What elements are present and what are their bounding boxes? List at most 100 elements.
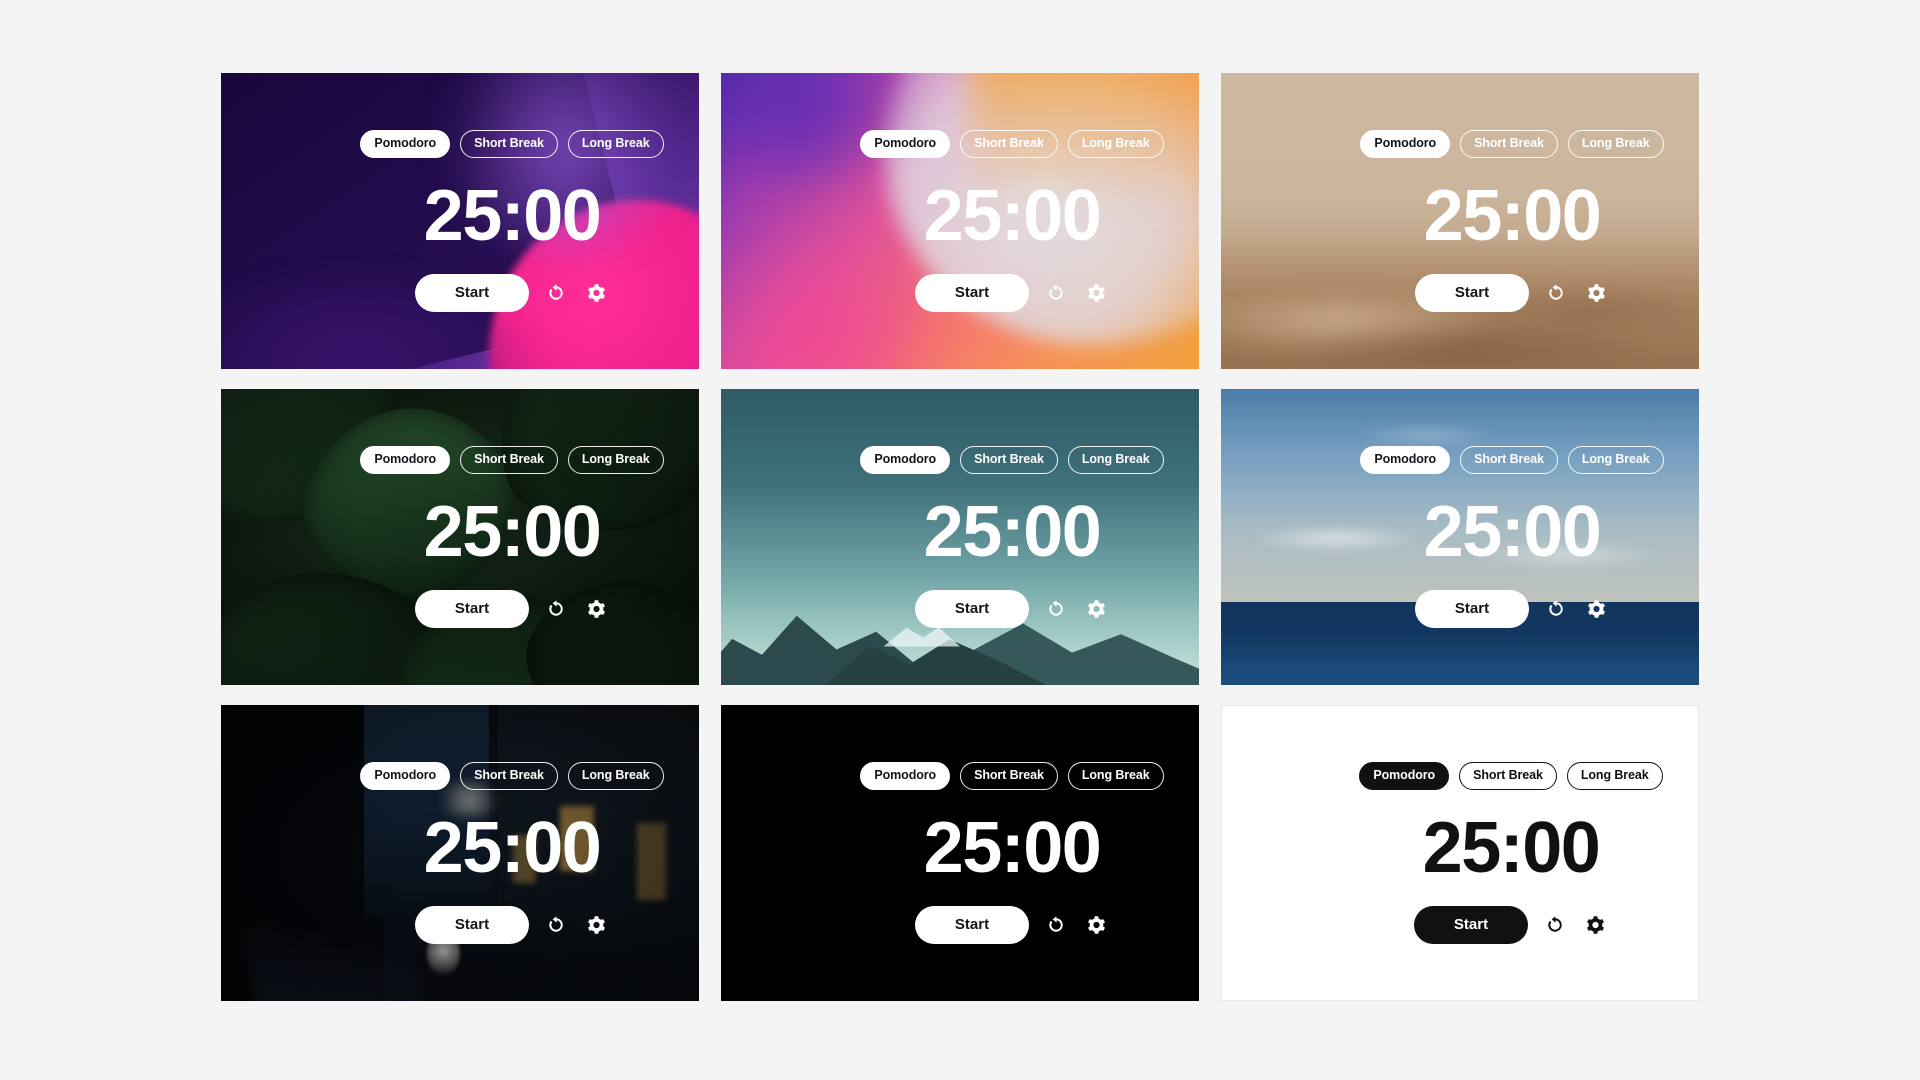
timer-display: 25:00	[423, 491, 602, 572]
tab-long-break[interactable]: Long Break	[567, 446, 664, 474]
tab-pomodoro[interactable]: Pomodoro	[360, 130, 451, 158]
tab-long-break[interactable]: Long Break	[567, 130, 664, 158]
gear-icon[interactable]	[1083, 912, 1109, 938]
timer-display: 25:00	[923, 175, 1102, 256]
start-button[interactable]: Start	[1414, 589, 1530, 628]
start-button[interactable]: Start	[414, 589, 530, 628]
timer-panel: Pomodoro Short Break Long Break 25:00 Start	[353, 389, 671, 685]
tab-short-break[interactable]: Short Break	[1459, 762, 1557, 790]
tab-long-break[interactable]: Long Break	[1567, 446, 1664, 474]
tab-pomodoro[interactable]: Pomodoro	[1360, 446, 1451, 474]
tab-pomodoro[interactable]: Pomodoro	[1359, 762, 1450, 790]
start-button[interactable]: Start	[414, 905, 530, 944]
gear-icon[interactable]	[1583, 280, 1609, 306]
timer-controls: Start	[914, 589, 1109, 628]
start-button[interactable]: Start	[914, 273, 1030, 312]
reset-icon[interactable]	[1043, 596, 1069, 622]
timer-controls: Start	[914, 905, 1109, 944]
mode-tabs: Pomodoro Short Break Long Break	[1359, 762, 1663, 790]
tab-long-break[interactable]: Long Break	[1067, 762, 1164, 790]
theme-card-night[interactable]: Pomodoro Short Break Long Break 25:00 Start	[221, 705, 699, 1001]
tab-pomodoro[interactable]: Pomodoro	[860, 130, 951, 158]
timer-controls: Start	[1414, 273, 1609, 312]
theme-preview-grid: Pomodoro Short Break Long Break 25:00 Start P…	[221, 73, 1699, 1001]
tab-long-break[interactable]: Long Break	[1566, 762, 1663, 790]
timer-panel: Pomodoro Short Break Long Break 25:00 Start	[1353, 73, 1671, 369]
start-button[interactable]: Start	[1413, 905, 1529, 944]
reset-icon[interactable]	[1043, 280, 1069, 306]
tab-short-break[interactable]: Short Break	[460, 762, 558, 790]
timer-controls: Start	[1413, 905, 1608, 944]
theme-card-sunrise[interactable]: Pomodoro Short Break Long Break 25:00 Start	[721, 73, 1199, 369]
timer-display: 25:00	[923, 807, 1102, 888]
timer-panel: Pomodoro Short Break Long Break 25:00 Start	[853, 705, 1171, 1001]
timer-display: 25:00	[423, 807, 602, 888]
timer-panel: Pomodoro Short Break Long Break 25:00 Start	[853, 389, 1171, 685]
timer-display: 25:00	[923, 491, 1102, 572]
timer-display: 25:00	[423, 175, 602, 256]
gear-icon[interactable]	[583, 912, 609, 938]
reset-icon[interactable]	[1543, 596, 1569, 622]
timer-panel: Pomodoro Short Break Long Break 25:00 Start	[853, 73, 1171, 369]
theme-card-desert[interactable]: Pomodoro Short Break Long Break 25:00 Start	[1221, 73, 1699, 369]
gear-icon[interactable]	[583, 280, 609, 306]
mode-tabs: Pomodoro Short Break Long Break	[360, 762, 664, 790]
gear-icon[interactable]	[1083, 596, 1109, 622]
mode-tabs: Pomodoro Short Break Long Break	[860, 130, 1164, 158]
tab-pomodoro[interactable]: Pomodoro	[860, 446, 951, 474]
timer-panel: Pomodoro Short Break Long Break 25:00 Start	[1352, 706, 1670, 1000]
reset-icon[interactable]	[543, 912, 569, 938]
tab-short-break[interactable]: Short Break	[960, 762, 1058, 790]
mode-tabs: Pomodoro Short Break Long Break	[860, 446, 1164, 474]
theme-card-ocean[interactable]: Pomodoro Short Break Long Break 25:00 Start	[1221, 389, 1699, 685]
tab-pomodoro[interactable]: Pomodoro	[360, 762, 451, 790]
timer-display: 25:00	[1423, 491, 1602, 572]
tab-short-break[interactable]: Short Break	[1460, 130, 1558, 158]
reset-icon[interactable]	[543, 280, 569, 306]
theme-card-white[interactable]: Pomodoro Short Break Long Break 25:00 Start	[1221, 705, 1699, 1001]
reset-icon[interactable]	[543, 596, 569, 622]
mode-tabs: Pomodoro Short Break Long Break	[1360, 446, 1664, 474]
timer-controls: Start	[1414, 589, 1609, 628]
timer-controls: Start	[414, 589, 609, 628]
tab-long-break[interactable]: Long Break	[1567, 130, 1664, 158]
gear-icon[interactable]	[1583, 596, 1609, 622]
timer-controls: Start	[414, 273, 609, 312]
tab-short-break[interactable]: Short Break	[460, 446, 558, 474]
theme-card-aurora[interactable]: Pomodoro Short Break Long Break 25:00 Start	[221, 73, 699, 369]
gear-icon[interactable]	[1582, 912, 1608, 938]
tab-short-break[interactable]: Short Break	[960, 446, 1058, 474]
start-button[interactable]: Start	[914, 589, 1030, 628]
start-button[interactable]: Start	[414, 273, 530, 312]
reset-icon[interactable]	[1043, 912, 1069, 938]
theme-card-leaves[interactable]: Pomodoro Short Break Long Break 25:00 Start	[221, 389, 699, 685]
tab-pomodoro[interactable]: Pomodoro	[360, 446, 451, 474]
timer-display: 25:00	[1423, 175, 1602, 256]
timer-controls: Start	[414, 905, 609, 944]
gear-icon[interactable]	[1083, 280, 1109, 306]
gear-icon[interactable]	[583, 596, 609, 622]
start-button[interactable]: Start	[1414, 273, 1530, 312]
theme-card-black[interactable]: Pomodoro Short Break Long Break 25:00 Start	[721, 705, 1199, 1001]
tab-short-break[interactable]: Short Break	[1460, 446, 1558, 474]
tab-pomodoro[interactable]: Pomodoro	[860, 762, 951, 790]
tab-short-break[interactable]: Short Break	[460, 130, 558, 158]
reset-icon[interactable]	[1543, 280, 1569, 306]
mode-tabs: Pomodoro Short Break Long Break	[1360, 130, 1664, 158]
mode-tabs: Pomodoro Short Break Long Break	[360, 130, 664, 158]
timer-panel: Pomodoro Short Break Long Break 25:00 Start	[353, 705, 671, 1001]
mode-tabs: Pomodoro Short Break Long Break	[860, 762, 1164, 790]
tab-long-break[interactable]: Long Break	[1067, 130, 1164, 158]
tab-long-break[interactable]: Long Break	[567, 762, 664, 790]
theme-card-mountain[interactable]: Pomodoro Short Break Long Break 25:00 Start	[721, 389, 1199, 685]
tab-pomodoro[interactable]: Pomodoro	[1360, 130, 1451, 158]
reset-icon[interactable]	[1542, 912, 1568, 938]
timer-panel: Pomodoro Short Break Long Break 25:00 Start	[353, 73, 671, 369]
timer-controls: Start	[914, 273, 1109, 312]
timer-display: 25:00	[1422, 807, 1601, 888]
timer-panel: Pomodoro Short Break Long Break 25:00 Start	[1353, 389, 1671, 685]
tab-long-break[interactable]: Long Break	[1067, 446, 1164, 474]
mode-tabs: Pomodoro Short Break Long Break	[360, 446, 664, 474]
start-button[interactable]: Start	[914, 905, 1030, 944]
tab-short-break[interactable]: Short Break	[960, 130, 1058, 158]
